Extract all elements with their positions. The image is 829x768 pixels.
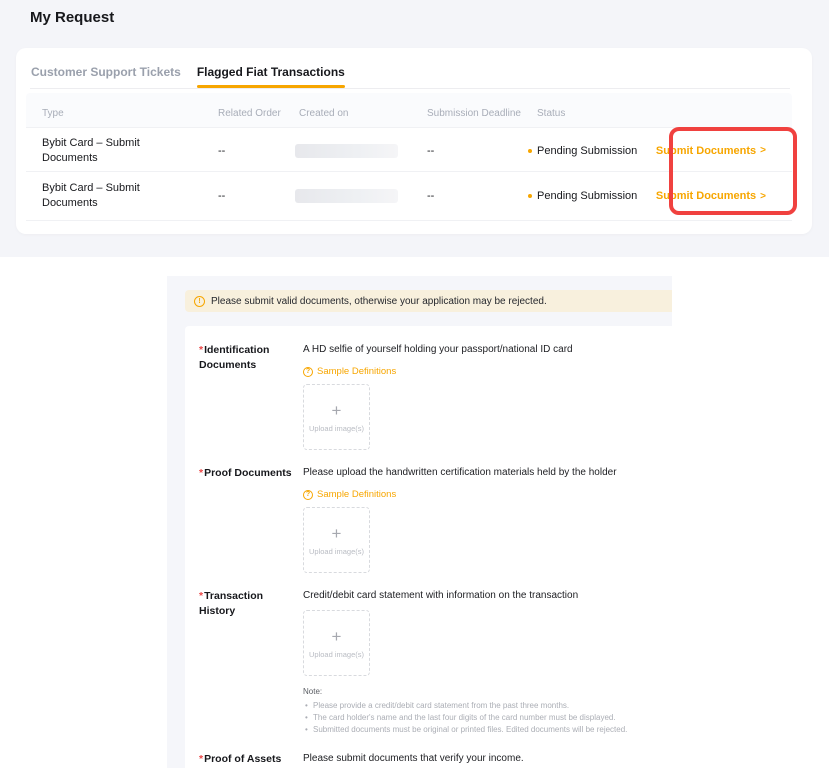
note-block: Note: Please provide a credit/debit card…: [303, 686, 653, 736]
field-label: *Proof Documents: [199, 466, 303, 573]
sample-definitions-link[interactable]: ? Sample Definitions: [303, 489, 672, 500]
status-badge: Pending Submission: [528, 190, 637, 202]
column-header-type: Type: [42, 108, 64, 119]
question-circle-icon: ?: [303, 367, 313, 377]
cell-submission-deadline: --: [427, 190, 434, 202]
tab-customer-support-tickets[interactable]: Customer Support Tickets: [30, 65, 182, 88]
sample-definitions-label: Sample Definitions: [317, 489, 396, 500]
redacted-created-on-value: [295, 189, 398, 203]
plus-icon: +: [332, 628, 342, 645]
note-title: Note:: [303, 686, 653, 698]
page-title: My Request: [30, 9, 114, 26]
documents-form-card: *Identification Documents A HD selfie of…: [185, 326, 672, 768]
upload-label: Upload image(s): [309, 424, 364, 433]
upload-dropzone[interactable]: + Upload image(s): [303, 507, 370, 573]
field-proof-documents: *Proof Documents Please upload the handw…: [199, 466, 672, 573]
required-asterisk: *: [199, 590, 203, 602]
upload-dropzone[interactable]: + Upload image(s): [303, 610, 370, 676]
sample-definitions-link[interactable]: ? Sample Definitions: [303, 366, 672, 377]
column-header-submission-deadline: Submission Deadline: [427, 108, 521, 119]
field-description: Please submit documents that verify your…: [303, 752, 638, 766]
note-item: Submitted documents must be original or …: [303, 724, 653, 736]
field-description: Please upload the handwritten certificat…: [303, 466, 638, 480]
field-label-text: Transaction History: [199, 590, 263, 617]
field-label-text: Proof of Assets: [204, 753, 281, 765]
field-transaction-history: *Transaction History Credit/debit card s…: [199, 589, 672, 736]
cell-type: Bybit Card – Submit Documents: [42, 136, 160, 166]
table-header-background: [26, 93, 792, 128]
warning-banner-text: Please submit valid documents, otherwise…: [211, 296, 547, 307]
field-identification-documents: *Identification Documents A HD selfie of…: [199, 343, 672, 450]
cell-related-order: --: [218, 190, 225, 202]
cell-submission-deadline: --: [427, 145, 434, 157]
upload-dropzone[interactable]: + Upload image(s): [303, 384, 370, 450]
screenshot-root: My Request Customer Support Tickets Flag…: [0, 0, 829, 768]
required-asterisk: *: [199, 753, 203, 765]
status-dot-icon: [528, 149, 532, 153]
upload-label: Upload image(s): [309, 547, 364, 556]
submit-documents-panel: ! Please submit valid documents, otherwi…: [167, 276, 672, 768]
sample-definitions-label: Sample Definitions: [317, 366, 396, 377]
column-header-related-order: Related Order: [218, 108, 281, 119]
field-label: *Identification Documents: [199, 343, 303, 450]
field-label-text: Identification Documents: [199, 344, 269, 371]
field-label: *Transaction History: [199, 589, 303, 736]
status-dot-icon: [528, 194, 532, 198]
warning-banner: ! Please submit valid documents, otherwi…: [185, 290, 672, 312]
note-item: The card holder's name and the last four…: [303, 712, 653, 724]
column-header-status: Status: [537, 108, 565, 119]
info-circle-icon: !: [194, 296, 205, 307]
tab-flagged-fiat-transactions[interactable]: Flagged Fiat Transactions: [196, 65, 346, 88]
redacted-created-on-value: [295, 144, 398, 158]
field-proof-of-assets: *Proof of Assets Please submit documents…: [199, 752, 672, 767]
plus-icon: +: [332, 402, 342, 419]
note-item: Please provide a credit/debit card state…: [303, 700, 653, 712]
field-label: *Proof of Assets: [199, 752, 303, 767]
tab-divider: [30, 88, 790, 89]
field-label-text: Proof Documents: [204, 467, 292, 479]
cell-related-order: --: [218, 145, 225, 157]
plus-icon: +: [332, 525, 342, 542]
field-description: Credit/debit card statement with informa…: [303, 589, 638, 603]
required-asterisk: *: [199, 344, 203, 356]
note-list: Please provide a credit/debit card state…: [303, 700, 653, 736]
column-header-created-on: Created on: [299, 108, 348, 119]
status-badge: Pending Submission: [528, 145, 637, 157]
required-asterisk: *: [199, 467, 203, 479]
upload-label: Upload image(s): [309, 650, 364, 659]
field-description: A HD selfie of yourself holding your pas…: [303, 343, 638, 357]
cell-type: Bybit Card – Submit Documents: [42, 181, 160, 211]
status-label: Pending Submission: [537, 145, 637, 157]
tab-bar: Customer Support Tickets Flagged Fiat Tr…: [30, 65, 346, 88]
status-label: Pending Submission: [537, 190, 637, 202]
question-circle-icon: ?: [303, 490, 313, 500]
annotation-highlight-box: [669, 127, 797, 215]
